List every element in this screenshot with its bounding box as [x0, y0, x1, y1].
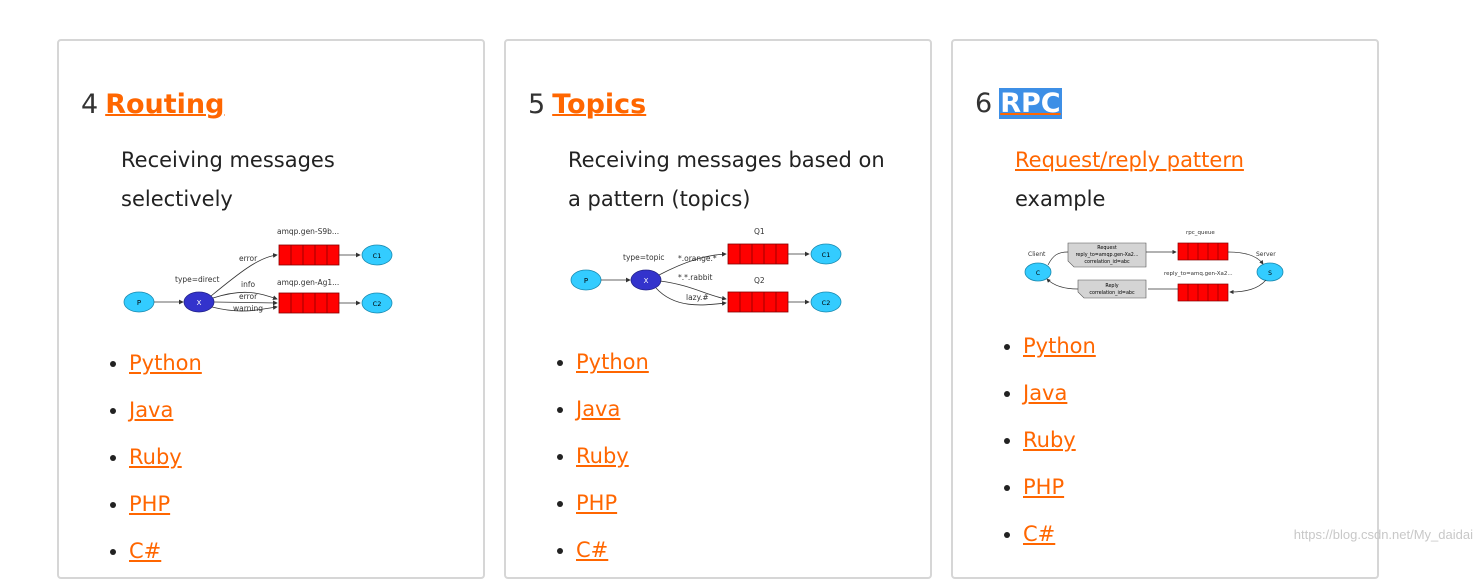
svg-text:Reply: Reply — [1105, 283, 1118, 289]
routing-title-link[interactable]: Routing — [105, 89, 224, 120]
queue-2 — [278, 292, 340, 314]
language-link-python[interactable]: Python — [129, 351, 202, 375]
language-link-python[interactable]: Python — [576, 350, 649, 374]
binding-label: lazy.# — [686, 293, 709, 302]
list-item: Ruby — [1023, 425, 1096, 472]
svg-text:Request: Request — [1097, 245, 1117, 251]
rpc-queue — [1177, 242, 1229, 261]
list-item: Java — [1023, 378, 1096, 425]
exchange-type-label: type=topic — [623, 253, 665, 262]
list-item: Python — [576, 347, 649, 394]
queue-1 — [727, 243, 789, 265]
card-title: 5 Topics — [528, 87, 646, 123]
tutorial-card-routing: 4 Routing Receiving messages selectively … — [57, 39, 485, 579]
binding-label: warning — [233, 304, 263, 313]
list-item: PHP — [576, 488, 649, 535]
consumer-label: C1 — [373, 252, 382, 260]
request-reply-link[interactable]: Request/reply pattern — [1015, 148, 1244, 172]
list-item: Ruby — [129, 442, 202, 489]
list-item: Ruby — [576, 441, 649, 488]
language-link-csharp[interactable]: C# — [576, 538, 608, 562]
producer-label: P — [137, 299, 141, 307]
tutorial-number: 6 — [975, 88, 993, 119]
svg-text:correlation_id=abc: correlation_id=abc — [1089, 290, 1135, 296]
language-link-php[interactable]: PHP — [1023, 475, 1064, 499]
client-label: C — [1036, 270, 1040, 277]
queue-name: Q2 — [754, 276, 765, 285]
language-link-ruby[interactable]: Ruby — [1023, 428, 1076, 452]
topics-diagram: P X type=topic *.orange.* *.*.rabbit laz… — [570, 227, 842, 313]
consumer-label: C2 — [373, 300, 382, 308]
watermark: https://blog.csdn.net/My_daidai — [1293, 527, 1473, 542]
client-caption: Client — [1028, 251, 1046, 258]
list-item: C# — [1023, 519, 1096, 566]
card-description: Receiving messages based on a pattern (t… — [568, 148, 885, 211]
binding-label: error — [239, 292, 258, 301]
queue-name: Q1 — [754, 227, 765, 236]
language-list: Python Java Ruby PHP C# — [129, 348, 202, 583]
list-item: C# — [129, 536, 202, 583]
language-link-ruby[interactable]: Ruby — [129, 445, 182, 469]
binding-label: info — [241, 280, 255, 289]
topics-title-link[interactable]: Topics — [552, 89, 646, 120]
language-link-java[interactable]: Java — [1023, 381, 1067, 405]
list-item: Python — [129, 348, 202, 395]
queue-1 — [278, 244, 340, 266]
list-item: Python — [1023, 331, 1096, 378]
tutorial-number: 4 — [81, 89, 99, 120]
list-item: Java — [129, 395, 202, 442]
queue-name: reply_to=amq.gen-Xa2... — [1164, 271, 1233, 277]
rpc-diagram: Client C Server S Request reply_to=amqp.… — [1024, 230, 1284, 302]
language-link-ruby[interactable]: Ruby — [576, 444, 629, 468]
card-description: Request/reply pattern example — [1015, 141, 1345, 219]
svg-text:reply_to=amqp.gen-Xa2...: reply_to=amqp.gen-Xa2... — [1076, 252, 1139, 258]
queue-name: amqp.gen-S9b... — [277, 227, 339, 236]
queue-name: amqp.gen-Ag1... — [277, 278, 339, 287]
list-item: PHP — [1023, 472, 1096, 519]
card-title: 4 Routing — [81, 87, 224, 123]
consumer-label: C2 — [822, 299, 831, 307]
language-link-php[interactable]: PHP — [129, 492, 170, 516]
producer-label: P — [584, 277, 588, 285]
language-link-java[interactable]: Java — [576, 397, 620, 421]
binding-label: error — [239, 254, 258, 263]
list-item: C# — [576, 535, 649, 582]
reply-message-box: Reply correlation_id=abc — [1077, 279, 1147, 299]
language-link-csharp[interactable]: C# — [129, 539, 161, 563]
queue-2 — [727, 291, 789, 313]
tutorial-number: 5 — [528, 89, 546, 120]
exchange-label: X — [197, 299, 202, 307]
exchange-label: X — [644, 277, 649, 285]
tutorial-card-topics: 5 Topics Receiving messages based on a pa… — [504, 39, 932, 579]
list-item: PHP — [129, 489, 202, 536]
consumer-label: C1 — [822, 251, 831, 259]
language-link-php[interactable]: PHP — [576, 491, 617, 515]
request-message-box: Request reply_to=amqp.gen-Xa2... correla… — [1067, 242, 1147, 268]
queue-name: rpc_queue — [1186, 230, 1215, 236]
reply-queue — [1177, 283, 1229, 302]
routing-diagram: P X type=direct error info error warning… — [123, 227, 393, 314]
language-list: Python Java Ruby PHP C# — [1023, 331, 1096, 566]
description-rest: example — [1015, 187, 1106, 211]
list-item: Java — [576, 394, 649, 441]
server-label: S — [1268, 270, 1272, 277]
card-description: Receiving messages selectively — [121, 148, 335, 211]
language-link-java[interactable]: Java — [129, 398, 173, 422]
rpc-title-link[interactable]: RPC — [999, 88, 1062, 119]
language-list: Python Java Ruby PHP C# — [576, 347, 649, 582]
tutorial-card-rpc: 6 RPC Request/reply pattern example Clien… — [951, 39, 1379, 579]
language-link-python[interactable]: Python — [1023, 334, 1096, 358]
language-link-csharp[interactable]: C# — [1023, 522, 1055, 546]
svg-text:correlation_id=abc: correlation_id=abc — [1084, 259, 1130, 265]
exchange-type-label: type=direct — [175, 275, 220, 284]
server-caption: Server — [1256, 251, 1276, 258]
card-title: 6 RPC — [975, 86, 1062, 122]
binding-label: *.*.rabbit — [678, 273, 713, 282]
binding-label: *.orange.* — [678, 254, 717, 263]
